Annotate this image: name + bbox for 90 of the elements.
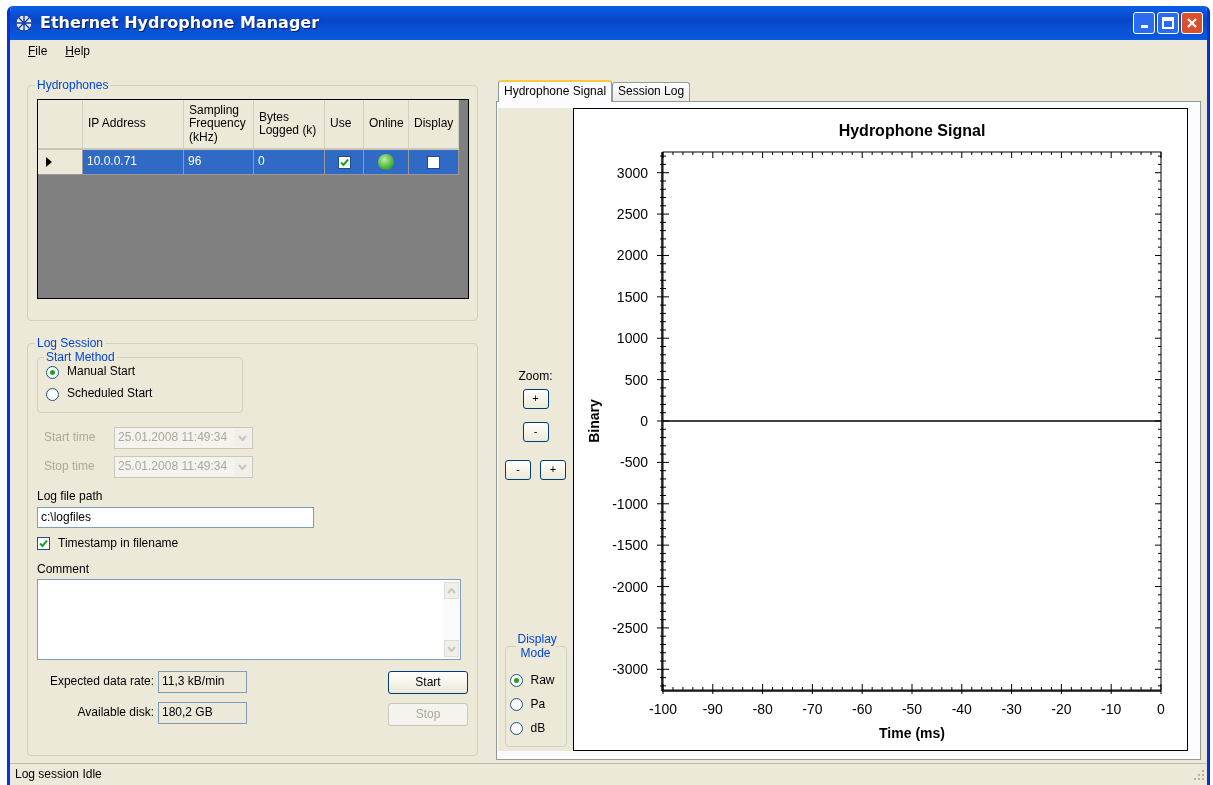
tick-label: -10: [1101, 701, 1122, 717]
tick-label: -2000: [612, 578, 648, 595]
scroll-up-icon: [447, 587, 456, 594]
tick-label: -2500: [612, 619, 648, 636]
zoom-button[interactable]: -: [522, 421, 549, 442]
tick-label: -1000: [612, 495, 648, 512]
readout-field: 180,2 GB: [158, 702, 247, 725]
scrollbar[interactable]: [443, 580, 460, 660]
tick-label: 2000: [616, 247, 648, 264]
radio-button[interactable]: [509, 698, 523, 712]
minimize-icon: [1140, 25, 1148, 28]
window-title: Ethernet Hydrophone Manager: [40, 13, 320, 33]
column-header[interactable]: Online: [364, 100, 409, 150]
zoom-label: Zoom:: [518, 370, 553, 384]
zoom-button[interactable]: +: [540, 459, 566, 480]
table-cell: 10.0.0.71: [83, 150, 184, 175]
row-header[interactable]: [38, 150, 83, 175]
tick-label: -60: [852, 701, 873, 717]
scroll-down-icon: [447, 645, 456, 652]
column-header[interactable]: Use: [325, 100, 364, 150]
path-field[interactable]: c:\logfiles: [37, 506, 314, 528]
status-text: Log session Idle: [15, 767, 102, 782]
maximize-icon: [1162, 17, 1174, 29]
tick-label: -1500: [612, 537, 648, 554]
column-header[interactable]: Sampling Frequency (kHz): [184, 100, 254, 150]
tick-label: 2500: [616, 206, 648, 223]
tick-label: -70: [802, 701, 823, 717]
maximize-button[interactable]: [1157, 12, 1179, 34]
axis-title: Binary: [586, 399, 602, 443]
checkbox[interactable]: [337, 155, 351, 169]
tick-label: -100: [649, 701, 677, 717]
tick-label: 0: [1157, 701, 1165, 717]
group-title: Log Session: [36, 337, 105, 349]
field-label: Comment: [37, 562, 90, 577]
option-label: Raw: [530, 673, 555, 688]
tick-label: 1500: [616, 288, 648, 305]
app-icon: [13, 12, 35, 34]
close-icon: [1186, 17, 1198, 29]
option-label: Scheduled Start: [67, 387, 153, 401]
radio-button[interactable]: [509, 722, 523, 736]
tick-label: 1000: [616, 330, 648, 347]
comment-field[interactable]: [37, 579, 461, 661]
table-cell: 96: [184, 150, 254, 175]
field-label: Start time: [44, 430, 97, 445]
option-label: Pa: [530, 697, 546, 712]
field-label: Expected data rate:: [49, 675, 154, 690]
radio-button[interactable]: [46, 387, 59, 401]
tick-label: -40: [951, 701, 972, 717]
tick-label: -3000: [612, 661, 648, 678]
column-header[interactable]: IP Address: [83, 100, 184, 150]
field-label: Log file path: [37, 490, 104, 504]
close-button[interactable]: [1181, 12, 1203, 34]
row-header-corner: [38, 100, 83, 150]
zoom-button[interactable]: -: [505, 459, 531, 480]
tab[interactable]: Hydrophone Signal: [498, 80, 613, 102]
axis-title: Time (ms): [879, 725, 945, 741]
group-title: Hydrophones: [36, 79, 110, 91]
group-title: Display Mode: [516, 633, 556, 661]
readout-field: 11,3 kB/min: [158, 671, 247, 694]
zoom-button[interactable]: +: [522, 388, 549, 409]
option-label: dB: [530, 721, 546, 736]
table-cell: 0: [254, 150, 325, 175]
tick-label: -90: [702, 701, 723, 717]
minimize-button[interactable]: [1133, 12, 1155, 34]
tick-label: -20: [1051, 701, 1072, 717]
menu-item[interactable]: File: [28, 44, 48, 59]
tick-label: -30: [1001, 701, 1022, 717]
chart-title: Hydrophone Signal: [838, 122, 986, 139]
checkbox[interactable]: [427, 155, 440, 169]
tick-label: -50: [901, 701, 923, 717]
menu-item[interactable]: Help: [65, 44, 91, 59]
resize-grip-icon[interactable]: [1193, 768, 1205, 781]
radio-button[interactable]: [46, 365, 59, 379]
column-header[interactable]: Bytes Logged (k): [254, 100, 325, 150]
start-button[interactable]: Start: [388, 671, 468, 695]
tab[interactable]: Session Log: [612, 82, 691, 101]
field-label: Available disk:: [77, 706, 154, 721]
tick-label: 0: [640, 413, 648, 429]
tick-label: 500: [624, 371, 648, 388]
field-label: Stop time: [44, 459, 96, 474]
checkbox-label: Timestamp in filename: [58, 536, 179, 551]
radio-button[interactable]: [509, 674, 523, 688]
column-header[interactable]: Display: [409, 100, 459, 150]
tick-label: 3000: [616, 164, 648, 181]
group-title: Start Method: [45, 351, 116, 363]
tick-label: -500: [619, 454, 648, 471]
option-label: Manual Start: [67, 365, 136, 379]
current-row-icon: [46, 157, 52, 167]
checkbox[interactable]: [37, 537, 50, 551]
tick-label: -80: [752, 701, 773, 717]
